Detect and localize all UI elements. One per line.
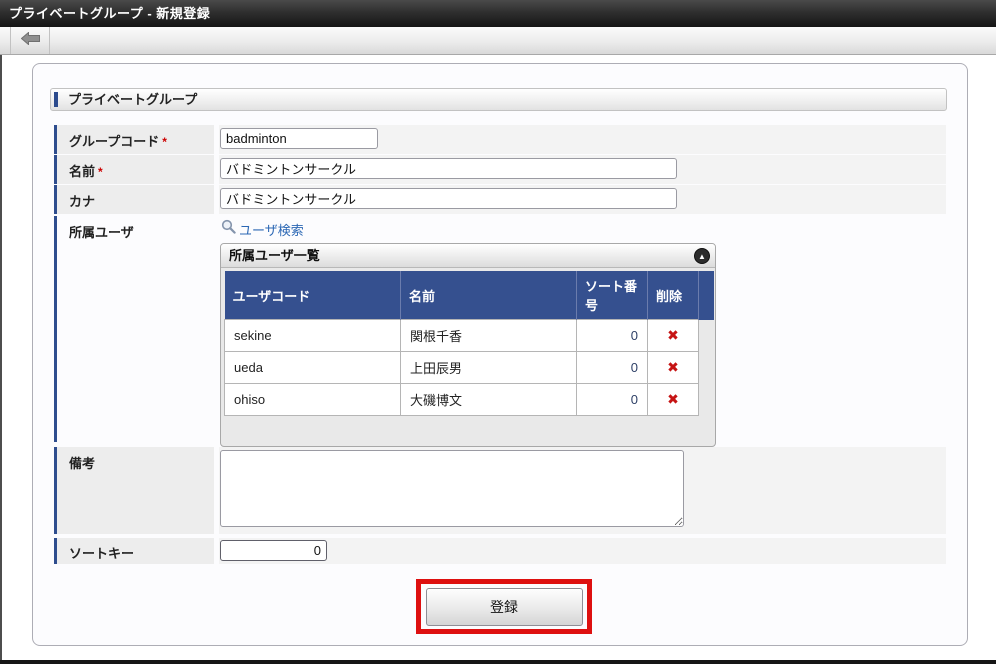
member-list-panel: 所属ユーザ一覧 ▲ ユーザコード 名前 ソート番号 削除 sekine 関根千香… bbox=[220, 243, 716, 447]
kana-input[interactable] bbox=[220, 188, 677, 209]
bottom-footer-edge bbox=[0, 660, 996, 664]
required-mark: * bbox=[98, 165, 103, 179]
user-search-label: ユーザ検索 bbox=[239, 222, 304, 238]
row-group-code: グループコード * bbox=[54, 125, 946, 154]
member-name: 関根千香 bbox=[400, 319, 577, 352]
col-header-delete: 削除 bbox=[647, 271, 699, 320]
remarks-textarea[interactable] bbox=[220, 450, 684, 527]
section-accent-bar bbox=[54, 92, 58, 107]
member-table-header-row: ユーザコード 名前 ソート番号 削除 bbox=[224, 271, 714, 320]
member-sort-number: 0 bbox=[576, 383, 648, 416]
member-table: ユーザコード 名前 ソート番号 削除 sekine 関根千香 0 ✖ ueda … bbox=[224, 271, 714, 416]
back-button[interactable] bbox=[10, 27, 50, 54]
kana-label: カナ bbox=[54, 185, 214, 214]
user-search-link[interactable]: ユーザ検索 bbox=[221, 219, 304, 239]
section-header: プライベートグループ bbox=[50, 88, 947, 111]
row-sort-key: ソートキー bbox=[54, 538, 946, 564]
sort-key-input[interactable] bbox=[220, 540, 327, 561]
section-title: プライベートグループ bbox=[68, 92, 198, 107]
row-members: 所属ユーザ ユーザ検索 所属ユーザ一覧 ▲ ユーザコード 名前 ソート番号 削除… bbox=[54, 216, 946, 447]
remarks-label: 備考 bbox=[54, 447, 214, 534]
col-header-user-code: ユーザコード bbox=[224, 271, 401, 320]
row-remarks: 備考 bbox=[54, 447, 946, 534]
member-row: ueda 上田辰男 0 ✖ bbox=[224, 351, 714, 384]
delete-member-icon[interactable]: ✖ bbox=[667, 359, 679, 375]
toolbar bbox=[0, 27, 996, 55]
page-left-border bbox=[0, 55, 2, 660]
member-user-code: ohiso bbox=[224, 383, 401, 416]
form-container: プライベートグループ グループコード* 名前* カナ 所属ユーザ bbox=[32, 63, 968, 646]
col-header-name: 名前 bbox=[400, 271, 577, 320]
member-row: ohiso 大磯博文 0 ✖ bbox=[224, 383, 714, 416]
row-kana: カナ bbox=[54, 185, 946, 214]
group-code-input[interactable] bbox=[220, 128, 378, 149]
chevron-up-icon: ▲ bbox=[698, 252, 706, 261]
group-code-label: グループコード * bbox=[54, 125, 214, 154]
delete-member-icon[interactable]: ✖ bbox=[667, 391, 679, 407]
search-icon bbox=[221, 219, 236, 239]
member-row: sekine 関根千香 0 ✖ bbox=[224, 319, 714, 352]
member-list-panel-header: 所属ユーザ一覧 bbox=[221, 244, 715, 268]
member-sort-number: 0 bbox=[576, 351, 648, 384]
arrow-left-icon bbox=[20, 30, 40, 50]
submit-highlight-annotation: 登録 bbox=[416, 579, 592, 634]
row-name: 名前 * bbox=[54, 155, 946, 184]
member-user-code: sekine bbox=[224, 319, 401, 352]
member-name: 上田辰男 bbox=[400, 351, 577, 384]
name-label: 名前 * bbox=[54, 155, 214, 184]
delete-member-icon[interactable]: ✖ bbox=[667, 327, 679, 343]
required-mark: * bbox=[162, 135, 167, 149]
col-header-filler bbox=[698, 271, 714, 320]
sort-key-label: ソートキー bbox=[54, 538, 214, 564]
window-titlebar: プライベートグループ - 新規登録 bbox=[0, 0, 996, 27]
name-input[interactable] bbox=[220, 158, 677, 179]
member-list-title: 所属ユーザ一覧 bbox=[229, 248, 320, 263]
page-title: プライベートグループ - 新規登録 bbox=[9, 6, 211, 21]
col-header-sort: ソート番号 bbox=[576, 271, 648, 320]
register-button[interactable]: 登録 bbox=[425, 587, 583, 626]
collapse-panel-button[interactable]: ▲ bbox=[694, 248, 710, 264]
member-name: 大磯博文 bbox=[400, 383, 577, 416]
member-sort-number: 0 bbox=[576, 319, 648, 352]
member-user-code: ueda bbox=[224, 351, 401, 384]
members-label: 所属ユーザ bbox=[54, 216, 214, 442]
